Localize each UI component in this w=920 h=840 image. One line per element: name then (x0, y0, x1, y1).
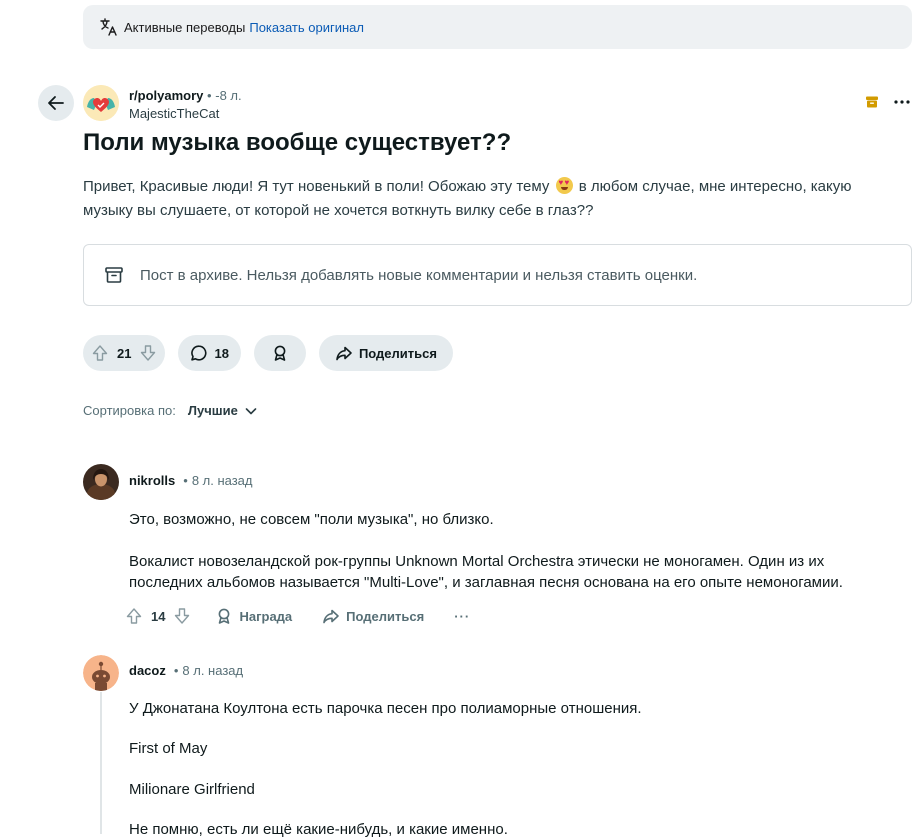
comment-paragraph: Вокалист новозеландской рок-группы Unkno… (129, 553, 843, 591)
share-arrow-icon (323, 609, 339, 624)
award-icon (274, 345, 286, 361)
comment-paragraph: Это, возможно, не совсем "поли музыка", … (129, 511, 494, 528)
award-button[interactable] (253, 335, 306, 371)
comment-time: 8 л. назад (182, 663, 244, 678)
comment-action-bar: 14 Награда Поделиться ··· (125, 604, 470, 628)
avatar[interactable] (83, 655, 119, 691)
upvote-icon[interactable] (125, 607, 143, 625)
upvote-icon[interactable] (91, 344, 109, 362)
comment-bubble-icon (191, 345, 208, 361)
comment-more-button[interactable]: ··· (454, 609, 470, 624)
comment-header: dacoz • 8 л. назад (129, 663, 243, 678)
comment-vote-count: 14 (151, 608, 166, 624)
post-author[interactable]: MajesticTheCat (129, 106, 219, 121)
post-meta: r/polyamory • -8 л. (129, 88, 242, 104)
archived-notice: Пост в архиве. Нельзя добавлять новые ко… (83, 244, 912, 306)
comment-time: 8 л. назад (191, 473, 253, 488)
arrow-left-icon (48, 96, 64, 110)
archived-badge-icon (866, 96, 878, 108)
comment-paragraph: У Джонатана Коултона есть парочка песен … (129, 700, 642, 717)
downvote-icon[interactable] (139, 344, 157, 362)
avatar[interactable] (83, 464, 119, 500)
comment-paragraph: Milionare Girlfriend (129, 781, 255, 798)
snoo-avatar-icon (83, 655, 119, 691)
translation-banner: Активные переводы Показать оригинал (83, 5, 912, 49)
comment-share-button[interactable]: Поделиться (322, 607, 424, 625)
hands-heart-icon (83, 85, 119, 121)
comment-paragraph: Не помню, есть ли ещё какие-нибудь, и ка… (129, 821, 508, 838)
comment-count: 18 (214, 345, 229, 361)
comment-sort: Сортировка по: Лучшие (83, 403, 258, 418)
share-label: Поделиться (358, 345, 437, 361)
post-body-text-1: Привет, Красивые люди! Я тут новенький в… (83, 178, 550, 195)
user-photo-icon (83, 464, 119, 500)
more-options-icon[interactable] (893, 93, 911, 111)
sort-label: Сортировка по: (83, 403, 176, 418)
sort-dropdown[interactable]: Лучшие (188, 403, 238, 418)
subreddit-avatar[interactable] (83, 85, 119, 121)
comment-header: nikrolls • 8 л. назад (129, 473, 253, 488)
post-age: -8 л. (215, 88, 242, 103)
comment-award-button[interactable]: Награда (215, 607, 292, 625)
post-action-bar: 21 18 Поделиться (83, 335, 453, 371)
downvote-icon[interactable] (173, 607, 191, 625)
heart-eyes-emoji-icon (555, 177, 573, 194)
comment-author[interactable]: nikrolls (129, 473, 175, 488)
award-icon (219, 608, 230, 624)
award-label: Награда (239, 608, 293, 624)
vote-control: 21 (83, 335, 166, 371)
translate-icon (100, 18, 117, 36)
meta-separator: • (207, 88, 212, 103)
vote-count: 21 (117, 345, 132, 361)
post-body: Привет, Красивые люди! Я тут новенький в… (83, 175, 903, 223)
show-original-link[interactable]: Показать оригинал (249, 20, 364, 35)
thread-line[interactable] (100, 692, 102, 834)
comment-author[interactable]: dacoz (129, 663, 166, 678)
share-arrow-icon (336, 346, 352, 361)
post-title: Поли музыка вообще существует?? (83, 129, 512, 156)
archived-notice-text: Пост в архиве. Нельзя добавлять новые ко… (140, 266, 698, 284)
chevron-down-icon[interactable] (244, 404, 258, 418)
comment-separator: • (183, 473, 188, 488)
translation-status: Активные переводы (124, 19, 246, 35)
archive-icon (105, 267, 123, 283)
share-button[interactable]: Поделиться (318, 335, 453, 371)
back-button[interactable] (38, 85, 74, 121)
comments-button[interactable]: 18 (178, 335, 241, 371)
comment-separator: • (173, 663, 179, 678)
subreddit-name[interactable]: r/polyamory (129, 88, 203, 103)
comment-paragraph: First of May (129, 740, 208, 757)
comment-share-label: Поделиться (346, 608, 425, 624)
